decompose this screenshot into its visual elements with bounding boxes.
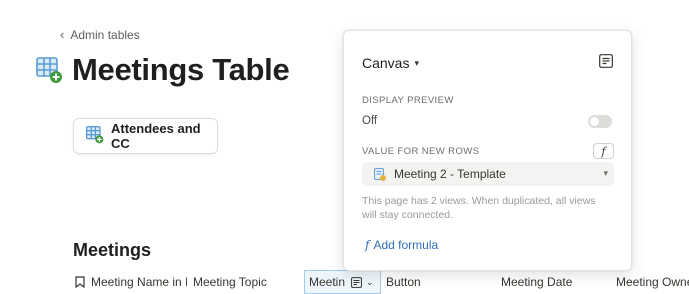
display-preview-value: Off (362, 115, 378, 127)
template-select[interactable]: Meeting 2 - Template ▾ (362, 162, 614, 186)
formula-icon: f (365, 238, 370, 252)
form-icon[interactable] (351, 276, 362, 288)
column-header-meeting-topic[interactable]: Meeting Topic (193, 270, 298, 294)
column-header-meeting-date[interactable]: Meeting Date (501, 270, 609, 294)
value-new-rows-label: VALUE FOR NEW ROWS (362, 146, 480, 157)
page-header: Meetings Table (36, 52, 290, 88)
column-header-meeting-name[interactable]: Meeting Name in I (75, 270, 187, 294)
template-page-icon (374, 167, 386, 181)
chevron-left-icon: ‹ (60, 27, 65, 42)
view-settings-popup: Canvas ▾ DISPLAY PREVIEW Off VALUE FOR N… (343, 30, 632, 271)
database-icon (86, 125, 104, 147)
chevron-down-icon: ▾ (603, 168, 608, 178)
add-formula-button[interactable]: f Add formula (365, 238, 438, 252)
database-icon (36, 57, 62, 83)
column-header-button[interactable]: Button (386, 270, 494, 294)
linked-view-button[interactable]: Attendees and CC (73, 118, 218, 154)
page-title: Meetings Table (72, 52, 290, 87)
section-title: Meetings (73, 240, 152, 260)
form-icon[interactable] (599, 54, 613, 68)
view-name-dropdown[interactable]: Canvas ▾ (362, 55, 419, 71)
toggle-knob (590, 117, 599, 126)
breadcrumb-label: Admin tables (70, 27, 140, 42)
linked-view-label: Attendees and CC (111, 121, 201, 151)
bookmark-icon (75, 276, 85, 288)
column-header-meeting-selected[interactable]: Meetin ⌄ (304, 270, 381, 294)
breadcrumb[interactable]: ‹ Admin tables (60, 27, 140, 42)
duplicate-note: This page has 2 views. When duplicated, … (362, 195, 596, 221)
chevron-down-icon[interactable]: ⌄ (366, 277, 374, 288)
column-header-meeting-owner[interactable]: Meeting Owne (616, 270, 689, 294)
display-preview-label: DISPLAY PREVIEW (362, 95, 454, 106)
display-preview-toggle[interactable] (588, 115, 612, 128)
formula-icon[interactable]: f (593, 143, 614, 159)
chevron-down-icon: ▾ (414, 57, 419, 68)
